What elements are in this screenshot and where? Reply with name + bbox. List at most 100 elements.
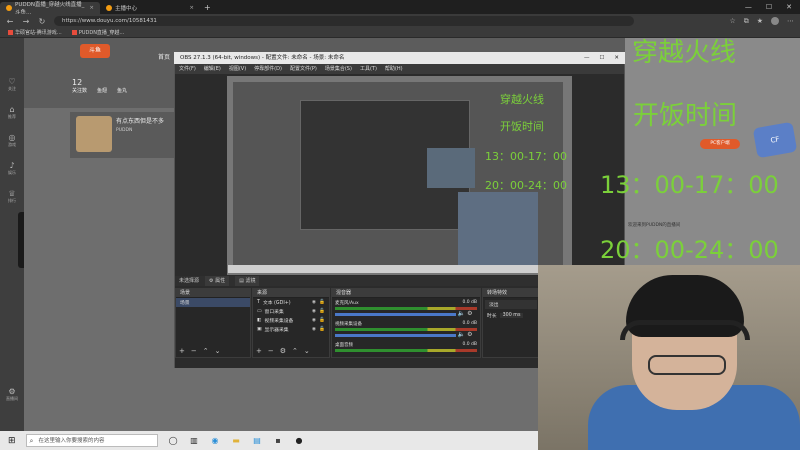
menu-help[interactable]: 帮助(H) [385, 64, 403, 74]
bookmark-icon [8, 30, 13, 35]
preview-nested-webcam [427, 148, 475, 188]
source-item[interactable]: ▣ 显示器采集 ◉ 🔓 [253, 325, 329, 334]
obs-icon[interactable]: ● [294, 435, 305, 446]
sidebar-collapse-handle[interactable] [18, 212, 24, 268]
eye-icon[interactable]: ◉ [312, 327, 316, 332]
bookmark-item[interactable]: 华硕官站-腾讯游戏… [8, 29, 62, 36]
menu-view[interactable]: 视图(V) [229, 64, 246, 74]
maximize-icon[interactable]: ☐ [599, 52, 604, 64]
up-icon[interactable]: ⌃ [292, 347, 298, 355]
task-view-icon[interactable]: ◯ [168, 435, 179, 446]
source-item[interactable]: T 文本 (GDI+) ◉ 🔓 [253, 298, 329, 307]
profile-avatar[interactable] [771, 17, 779, 25]
down-icon[interactable]: ⌄ [215, 347, 221, 355]
add-icon[interactable]: + [256, 347, 262, 355]
properties-button[interactable]: ⚙ 属性 [205, 276, 230, 286]
eye-icon[interactable]: ◉ [312, 318, 316, 323]
mixer-channel: 桌面音频 0.0 dB [335, 342, 477, 352]
minimize-icon[interactable]: — [584, 52, 590, 64]
edge-icon[interactable]: ◉ [210, 435, 221, 446]
source-item[interactable]: ▭ 窗口采集 ◉ 🔓 [253, 307, 329, 316]
menu-scene-collection[interactable]: 场景集合(S) [325, 64, 352, 74]
address-bar-row: ← → ↻ https://www.douyu.com/10581431 ☆ ⧉… [0, 14, 800, 28]
multitask-icon[interactable]: ▥ [189, 435, 200, 446]
remove-icon[interactable]: − [268, 347, 274, 355]
store-icon[interactable]: ▤ [252, 435, 263, 446]
eye-icon[interactable]: ◉ [312, 300, 316, 305]
sidebar-item-follow[interactable]: ♡ 关注 [0, 70, 24, 98]
eye-icon[interactable]: ◉ [312, 309, 316, 314]
transitions-header: 转场特效 [483, 289, 539, 298]
windows-start-icon[interactable]: ⊞ [8, 436, 16, 446]
bookmark-item[interactable]: PUDDN直播_穿越… [71, 29, 124, 36]
lock-icon[interactable]: 🔓 [319, 318, 325, 323]
lock-icon[interactable]: 🔓 [319, 309, 325, 314]
transition-select[interactable]: 淡出 [485, 300, 537, 309]
filters-button[interactable]: ▤ 滤镜 [235, 276, 260, 286]
close-window-icon[interactable]: ✕ [614, 52, 619, 64]
mic-icon: ♪ [9, 160, 15, 170]
nav-home[interactable]: 首页 [158, 52, 170, 61]
user-avatar[interactable] [76, 116, 112, 152]
menu-docks[interactable]: 停靠部件(D) [254, 64, 282, 74]
star-icon[interactable]: ☆ [729, 17, 735, 25]
add-icon[interactable]: + [179, 347, 185, 355]
volume-slider[interactable] [335, 313, 456, 316]
folder-icon[interactable]: ▬ [231, 435, 242, 446]
close-icon[interactable]: × [189, 5, 194, 11]
menu-edit[interactable]: 编辑(E) [204, 64, 221, 74]
remove-icon[interactable]: − [191, 347, 197, 355]
menu-tools[interactable]: 工具(T) [360, 64, 377, 74]
app-icon[interactable]: ▪ [273, 435, 284, 446]
extensions-icon[interactable]: ⧉ [744, 17, 749, 26]
sidebar-item-game[interactable]: ◎ 游戏 [0, 126, 24, 154]
menu-profile[interactable]: 配置文件(P) [290, 64, 317, 74]
tab-douyu[interactable]: PUDDN直播_穿越火线直播_斗鱼… × [0, 2, 100, 16]
favorites-icon[interactable]: ★ [757, 17, 763, 25]
sidebar-item-recommend[interactable]: ⌂ 推荐 [0, 98, 24, 126]
close-icon[interactable]: × [89, 5, 94, 11]
lock-icon[interactable]: 🔓 [319, 300, 325, 305]
gear-icon[interactable]: ⚙ [467, 331, 472, 338]
sidebar-item-entertain[interactable]: ♪ 娱乐 [0, 154, 24, 182]
transition-duration: 时长 300 ms [483, 311, 539, 320]
speaker-icon[interactable]: 🔈 [458, 310, 465, 317]
gear-icon[interactable]: ⚙ [280, 347, 286, 355]
douyu-logo[interactable]: 斗鱼 [80, 44, 110, 58]
volume-slider[interactable] [335, 334, 456, 337]
browser-tab-bar: PUDDN直播_穿越火线直播_斗鱼… × 主播中心 × + — ☐ ✕ [0, 0, 800, 16]
headphones-icon [620, 320, 750, 340]
mixer-channel: 视频采集设备 0.0 dB 🔈 ⚙ [335, 321, 477, 338]
stat-fins[interactable]: 鱼翅 [97, 78, 107, 94]
gear-icon[interactable]: ⚙ [467, 310, 472, 317]
url-input[interactable]: https://www.douyu.com/10581431 [54, 16, 634, 26]
stat-follow[interactable]: 12 关注数 [72, 78, 87, 94]
menu-file[interactable]: 文件(F) [179, 64, 196, 74]
pc-client-badge[interactable]: PC客户端 [700, 139, 740, 149]
mixer-header: 混音器 [332, 289, 480, 298]
douyu-favicon-icon [106, 5, 112, 11]
back-icon[interactable]: ← [6, 17, 14, 26]
refresh-icon[interactable]: ↻ [38, 17, 46, 26]
scene-item[interactable]: 场景 [176, 298, 250, 307]
down-icon[interactable]: ⌄ [304, 347, 310, 355]
preview-overlay-title: 穿越火线 [500, 93, 544, 106]
sidebar-item-rank[interactable]: ♕ 排行 [0, 182, 24, 210]
no-source-label: 未选择源 [179, 278, 200, 284]
duration-input[interactable]: 300 ms [499, 313, 524, 318]
source-item[interactable]: ◧ 视频采集设备 ◉ 🔓 [253, 316, 329, 325]
more-icon[interactable]: ⋯ [787, 17, 794, 25]
new-tab-icon[interactable]: + [200, 3, 211, 12]
close-window-icon[interactable]: ✕ [786, 3, 792, 11]
sidebar-item-room[interactable]: ⚙ 直播间 [0, 380, 24, 408]
lock-icon[interactable]: 🔓 [319, 327, 325, 332]
maximize-icon[interactable]: ☐ [766, 3, 772, 11]
up-icon[interactable]: ⌃ [203, 347, 209, 355]
tab-streamer-center[interactable]: 主播中心 × [100, 2, 200, 14]
speaker-icon[interactable]: 🔈 [458, 331, 465, 338]
chat-message: 有点东西但是不多 PUDDN [116, 118, 165, 133]
forward-icon[interactable]: → [22, 17, 30, 26]
taskbar-search-input[interactable]: 在这里输入你要搜索的内容 [25, 434, 158, 447]
minimize-icon[interactable]: — [745, 3, 752, 11]
stat-balls[interactable]: 鱼丸 [117, 78, 127, 94]
